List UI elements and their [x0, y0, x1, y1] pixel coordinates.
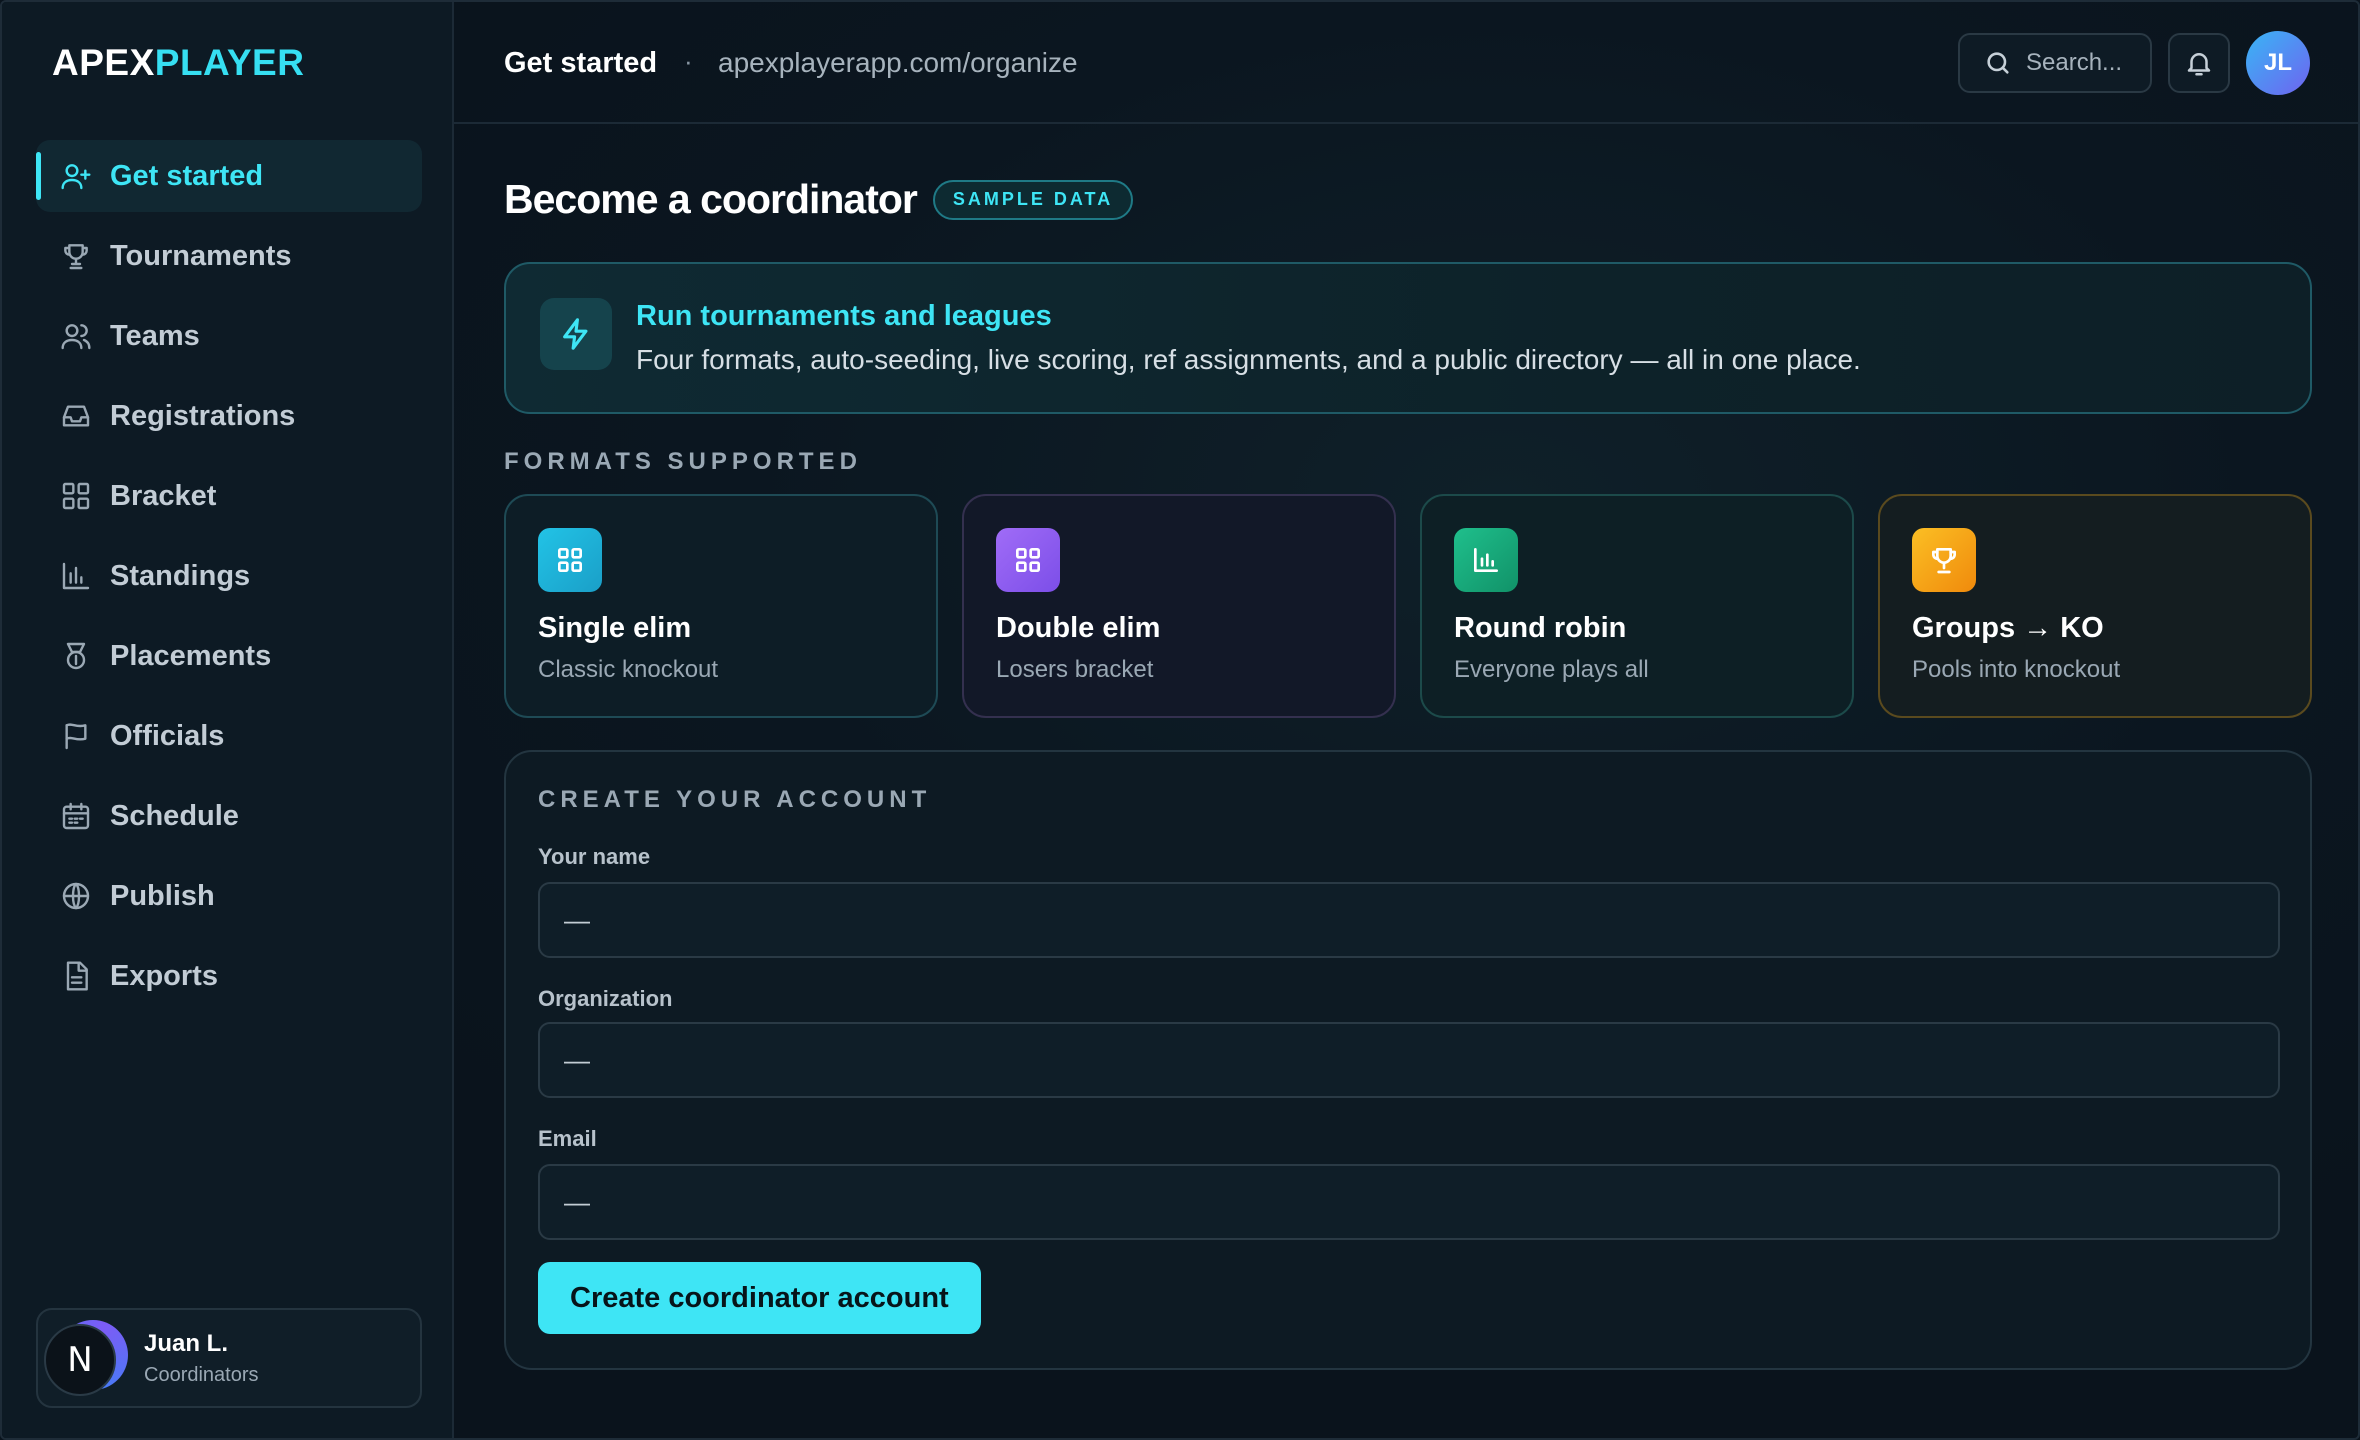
grid-icon: [538, 528, 602, 592]
sidebar-item-get-started[interactable]: Get started: [36, 140, 422, 212]
sidebar-item-tournaments[interactable]: Tournaments: [36, 220, 422, 292]
user-info: Juan L. Coordinators: [144, 1330, 259, 1387]
search-placeholder: Search...: [2026, 49, 2123, 76]
calendar-icon: [60, 800, 92, 832]
format-card-groups-ko[interactable]: Groups → KO Pools into knockout: [1878, 494, 2312, 718]
lightning-icon: [540, 298, 612, 370]
users-icon: [60, 320, 92, 352]
create-account-button[interactable]: Create coordinator account: [538, 1262, 981, 1334]
sidebar-item-standings[interactable]: Standings: [36, 540, 422, 612]
format-name: Double elim: [996, 612, 1161, 644]
formats-grid: Single elim Classic knockout Double elim…: [504, 494, 2312, 718]
hero-subtitle: Four formats, auto-seeding, live scoring…: [636, 344, 1861, 375]
trophy-icon: [1912, 528, 1976, 592]
trophy-icon: [60, 240, 92, 272]
bar-chart-icon: [1454, 528, 1518, 592]
notifications-button[interactable]: [2168, 33, 2230, 93]
search-input[interactable]: Search...: [1958, 33, 2152, 93]
page-title-row: Become a coordinator SAMPLE DATA: [504, 176, 1134, 223]
user-plus-icon: [60, 160, 92, 192]
sidebar-item-label: Exports: [110, 959, 218, 992]
hero-banner: Run tournaments and leagues Four formats…: [504, 262, 2312, 414]
top-bar: Get started · apexplayerapp.com/organize…: [454, 2, 2358, 124]
format-desc: Pools into knockout: [1912, 656, 2121, 683]
file-text-icon: [60, 960, 92, 992]
logo-part-1: APEX: [52, 42, 155, 83]
organization-field[interactable]: [538, 1022, 2280, 1098]
avatar-initial: N: [44, 1324, 116, 1396]
sidebar-item-label: Officials: [110, 719, 225, 752]
email-label: Email: [538, 1126, 597, 1151]
organization-label: Organization: [538, 986, 673, 1011]
app-window: APEXPLAYER Get started Tournaments Teams…: [0, 0, 2360, 1440]
search-icon: [1987, 52, 2009, 74]
user-role: Coordinators: [144, 1363, 259, 1386]
format-desc: Everyone plays all: [1454, 656, 1649, 683]
email-field[interactable]: [538, 1164, 2280, 1240]
formats-section-label: FORMATS SUPPORTED: [504, 448, 862, 475]
sidebar-item-label: Placements: [110, 639, 272, 672]
avatar: N: [44, 1320, 128, 1396]
account-section-label: CREATE YOUR ACCOUNT: [538, 786, 932, 813]
sidebar-item-bracket[interactable]: Bracket: [36, 460, 422, 532]
bell-icon: [2187, 53, 2211, 76]
sample-data-badge: SAMPLE DATA: [932, 179, 1134, 220]
logo-part-2: PLAYER: [154, 42, 305, 83]
sidebar-nav: Get started Tournaments Teams Registrati…: [36, 140, 422, 1020]
sidebar-item-label: Bracket: [110, 479, 217, 512]
sidebar-item-label: Schedule: [110, 799, 239, 832]
format-name: Single elim: [538, 612, 692, 644]
bar-chart-icon: [60, 560, 92, 592]
sidebar-item-label: Tournaments: [110, 239, 292, 272]
name-label: Your name: [538, 844, 651, 869]
globe-icon: [60, 880, 92, 912]
format-name: Groups → KO: [1912, 612, 2104, 644]
sidebar-item-officials[interactable]: Officials: [36, 700, 422, 772]
sidebar-item-label: Get started: [110, 159, 264, 192]
sidebar-item-exports[interactable]: Exports: [36, 940, 422, 1012]
format-name: Round robin: [1454, 612, 1627, 644]
sidebar: APEXPLAYER Get started Tournaments Teams…: [2, 2, 454, 1438]
sidebar-item-schedule[interactable]: Schedule: [36, 780, 422, 852]
sidebar-item-publish[interactable]: Publish: [36, 860, 422, 932]
medal-icon: [60, 640, 92, 672]
sidebar-item-teams[interactable]: Teams: [36, 300, 422, 372]
format-desc: Losers bracket: [996, 656, 1154, 683]
sidebar-item-label: Publish: [110, 879, 215, 912]
logo[interactable]: APEXPLAYER: [52, 42, 304, 84]
hero-title: Run tournaments and leagues: [636, 300, 1052, 332]
breadcrumb-title: Get started: [504, 47, 658, 79]
sidebar-item-label: Standings: [110, 559, 251, 592]
create-account-form: CREATE YOUR ACCOUNT Your name Organizati…: [504, 750, 2312, 1370]
breadcrumb-separator: ·: [684, 46, 693, 76]
layout-grid-icon: [60, 480, 92, 512]
inbox-icon: [60, 400, 92, 432]
format-desc: Classic knockout: [538, 656, 719, 683]
flag-icon: [60, 720, 92, 752]
profile-avatar[interactable]: JL: [2246, 31, 2310, 95]
format-card-double-elim[interactable]: Double elim Losers bracket: [962, 494, 1396, 718]
sidebar-item-registrations[interactable]: Registrations: [36, 380, 422, 452]
user-name: Juan L.: [144, 1329, 229, 1357]
page-title: Become a coordinator: [504, 176, 918, 222]
breadcrumb-url[interactable]: apexplayerapp.com/organize: [718, 47, 1078, 79]
user-card[interactable]: N Juan L. Coordinators: [36, 1308, 422, 1408]
sidebar-item-placements[interactable]: Placements: [36, 620, 422, 692]
sidebar-item-label: Teams: [110, 319, 200, 352]
sidebar-item-label: Registrations: [110, 399, 296, 432]
format-card-round-robin[interactable]: Round robin Everyone plays all: [1420, 494, 1854, 718]
grid-icon: [996, 528, 1060, 592]
format-card-single-elim[interactable]: Single elim Classic knockout: [504, 494, 938, 718]
name-field[interactable]: [538, 882, 2280, 958]
